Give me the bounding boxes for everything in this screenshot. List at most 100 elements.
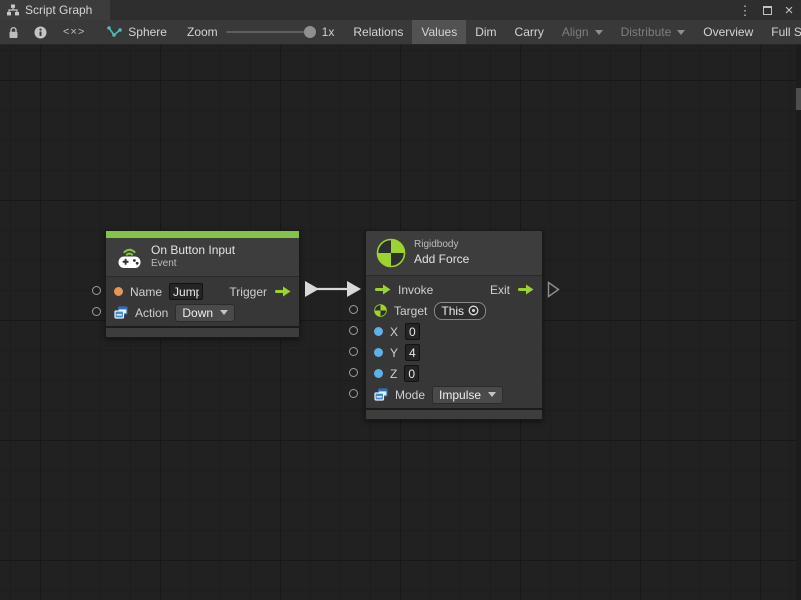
mode-dropdown[interactable]: Impulse <box>432 386 503 404</box>
value-port-circle[interactable] <box>349 389 358 398</box>
align-button[interactable]: Align <box>553 20 612 44</box>
script-graph-asset-icon <box>107 26 122 38</box>
full-screen-button[interactable]: Full Screen <box>762 20 801 44</box>
chevron-down-icon <box>488 392 496 397</box>
z-input[interactable] <box>404 365 419 382</box>
enum-port-icon[interactable] <box>374 388 388 401</box>
value-port-circle[interactable] <box>349 347 358 356</box>
exit-flow-arrow-icon[interactable] <box>517 284 534 295</box>
invoke-label: Invoke <box>398 283 433 297</box>
carry-button[interactable]: Carry <box>506 20 553 44</box>
vertical-scrollbar-thumb[interactable] <box>796 88 801 110</box>
z-label: Z <box>390 367 397 381</box>
action-port-row: Action Down <box>106 302 299 323</box>
target-object-picker[interactable]: This <box>434 302 486 320</box>
vertical-scrollbar[interactable] <box>796 45 801 600</box>
node-header[interactable]: On Button Input Event <box>106 238 299 276</box>
target-value: This <box>441 304 464 318</box>
graph-name-label: Sphere <box>128 25 167 39</box>
mode-label: Mode <box>395 388 425 402</box>
rigidbody-port-icon[interactable] <box>374 304 387 317</box>
zoom-slider-handle[interactable] <box>304 26 316 38</box>
float-port-dot[interactable] <box>374 369 383 378</box>
zoom-slider[interactable] <box>226 31 314 33</box>
lock-button[interactable] <box>0 20 26 44</box>
code-view-icon: <×> <box>63 26 85 38</box>
dim-button[interactable]: Dim <box>466 20 505 44</box>
chevron-down-icon <box>595 30 603 35</box>
maximize-icon[interactable] <box>759 2 775 18</box>
y-label: Y <box>390 346 398 360</box>
name-port-row: Name Trigger <box>106 281 299 302</box>
overview-button[interactable]: Overview <box>694 20 762 44</box>
node-title: Add Force <box>414 252 469 267</box>
node-body: Name Trigger Actio <box>106 276 299 326</box>
event-accent-bar <box>106 231 299 238</box>
y-port-row: Y <box>366 342 542 363</box>
node-on-button-input[interactable]: On Button Input Event Name Trigger <box>105 230 300 338</box>
node-subtitle: Event <box>151 258 235 271</box>
chevron-down-icon <box>220 310 228 315</box>
trigger-flow-arrow-icon[interactable] <box>274 286 291 297</box>
x-port-row: X <box>366 321 542 342</box>
info-icon <box>34 26 47 39</box>
menu-icon[interactable]: ⋮ <box>737 2 753 18</box>
values-button[interactable]: Values <box>412 20 466 44</box>
node-footer <box>106 326 299 337</box>
tab-title: Script Graph <box>25 3 92 17</box>
x-input[interactable] <box>405 323 420 340</box>
value-port-circle[interactable] <box>92 286 101 295</box>
node-subtitle: Rigidbody <box>414 239 469 252</box>
window-controls: ⋮ × <box>737 0 797 20</box>
node-header[interactable]: Rigidbody Add Force <box>366 231 542 275</box>
zoom-label: Zoom <box>187 25 218 39</box>
info-button[interactable] <box>26 20 55 44</box>
close-icon[interactable]: × <box>781 2 797 18</box>
connection-trigger-to-invoke[interactable] <box>300 273 372 305</box>
node-body: Invoke Exit Target <box>366 275 542 408</box>
tab-bar: Script Graph ⋮ × <box>0 0 801 20</box>
exit-connection-triangle[interactable] <box>547 281 561 298</box>
distribute-label: Distribute <box>621 25 672 39</box>
relations-button[interactable]: Relations <box>344 20 412 44</box>
value-port-circle[interactable] <box>349 326 358 335</box>
value-port-circle[interactable] <box>349 305 358 314</box>
z-port-row: Z <box>366 363 542 384</box>
name-label: Name <box>130 285 162 299</box>
action-label: Action <box>135 306 168 320</box>
gamepad-event-icon <box>116 245 143 269</box>
rigidbody-icon <box>376 238 406 268</box>
x-label: X <box>390 325 398 339</box>
distribute-button[interactable]: Distribute <box>612 20 695 44</box>
align-label: Align <box>562 25 589 39</box>
invoke-flow-arrow-icon[interactable] <box>374 284 391 295</box>
graph-canvas[interactable]: On Button Input Event Name Trigger <box>0 45 801 600</box>
mode-port-row: Mode Impulse <box>366 384 542 405</box>
enum-port-icon[interactable] <box>114 306 128 319</box>
maximize-glyph <box>763 6 772 15</box>
invoke-port-row: Invoke Exit <box>366 279 542 300</box>
lock-icon <box>8 26 19 39</box>
float-port-dot[interactable] <box>374 348 383 357</box>
node-add-force[interactable]: Rigidbody Add Force Invoke Exit <box>365 230 543 420</box>
node-footer <box>366 408 542 419</box>
graph-hierarchy-icon <box>6 4 20 17</box>
graph-reference[interactable]: Sphere <box>93 20 177 44</box>
script-graph-window: Script Graph ⋮ × <×> <box>0 0 801 600</box>
float-port-dot[interactable] <box>374 327 383 336</box>
action-dropdown[interactable]: Down <box>175 304 235 322</box>
tab-script-graph[interactable]: Script Graph <box>0 0 110 20</box>
value-port-circle[interactable] <box>92 307 101 316</box>
node-title: On Button Input <box>151 243 235 258</box>
chevron-down-icon <box>677 30 685 35</box>
trigger-label: Trigger <box>229 285 267 299</box>
action-value: Down <box>182 306 213 320</box>
target-port-row: Target This <box>366 300 542 321</box>
name-input[interactable] <box>169 283 203 300</box>
graph-toolbar: <×> Sphere Zoom 1x Relations Values Dim <box>0 20 801 45</box>
zoom-value: 1x <box>322 25 335 39</box>
y-input[interactable] <box>405 344 420 361</box>
value-port-circle[interactable] <box>349 368 358 377</box>
string-port-dot[interactable] <box>114 287 123 296</box>
code-view-button[interactable]: <×> <box>55 20 93 44</box>
